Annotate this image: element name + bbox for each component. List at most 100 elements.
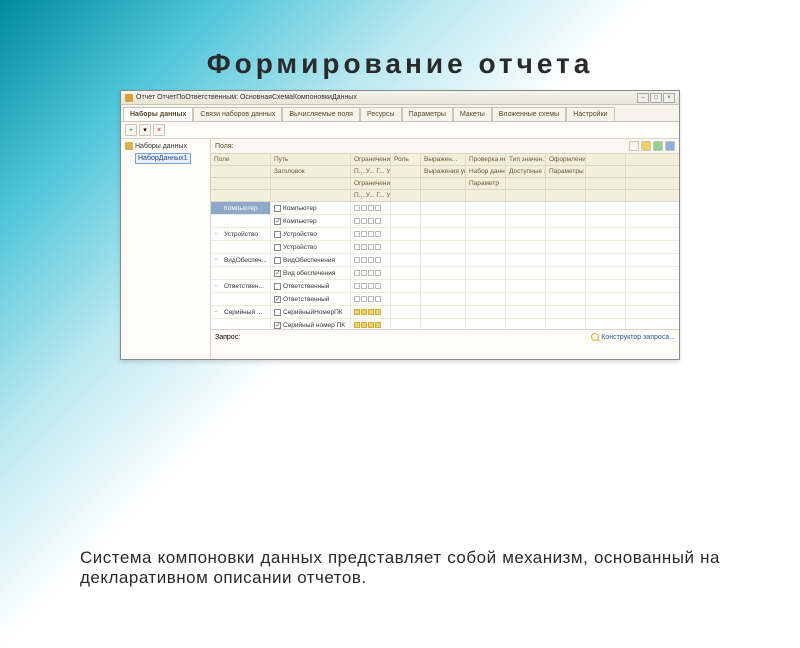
restriction-box[interactable] (375, 257, 381, 263)
restriction-box[interactable] (368, 322, 374, 328)
tab-1[interactable]: Связи наборов данных (193, 107, 282, 121)
tree-item-dataset1[interactable]: НаборДанных1 (135, 153, 191, 164)
tab-5[interactable]: Макеты (453, 107, 492, 121)
col-header[interactable] (546, 190, 586, 201)
col-header[interactable]: Набор данных (466, 166, 506, 177)
restriction-box[interactable] (354, 283, 360, 289)
col-header[interactable]: Ограничение рек... (351, 178, 391, 189)
col-header[interactable]: Проверка иерархии (466, 154, 506, 165)
add-button[interactable]: + (125, 124, 137, 136)
restriction-box[interactable] (361, 257, 367, 263)
tab-7[interactable]: Настройки (566, 107, 614, 121)
restriction-box[interactable] (368, 309, 374, 315)
col-header[interactable]: Роль (391, 154, 421, 165)
tab-6[interactable]: Вложенные схемы (492, 107, 566, 121)
col-header[interactable] (586, 154, 626, 165)
col-header[interactable]: Тип значен... (506, 154, 546, 165)
table-row[interactable]: −ВидОбеспеч...ВидОбеспечения (211, 254, 679, 267)
tree-root[interactable]: Наборы данных (123, 141, 208, 151)
col-header[interactable]: П... У... Г... У... (351, 190, 391, 201)
restriction-box[interactable] (354, 218, 360, 224)
col-header[interactable]: Параметры редактиро... (546, 166, 586, 177)
restriction-box[interactable] (354, 231, 360, 237)
col-header[interactable] (271, 178, 351, 189)
restriction-box[interactable] (375, 270, 381, 276)
restriction-box[interactable] (368, 283, 374, 289)
col-header[interactable] (586, 178, 626, 189)
restriction-box[interactable] (361, 283, 367, 289)
table-row[interactable]: Ответственный (211, 293, 679, 306)
restriction-box[interactable] (375, 309, 381, 315)
col-header[interactable]: Поле (211, 154, 271, 165)
expand-icon[interactable]: − (214, 283, 222, 290)
col-header[interactable]: П... У... Г... У... (351, 166, 391, 177)
restriction-box[interactable] (368, 244, 374, 250)
col-header[interactable] (586, 166, 626, 177)
close-button[interactable]: × (663, 93, 675, 103)
restriction-box[interactable] (375, 296, 381, 302)
restriction-box[interactable] (361, 244, 367, 250)
col-header[interactable] (546, 178, 586, 189)
restriction-box[interactable] (368, 257, 374, 263)
col-header[interactable] (211, 190, 271, 201)
col-header[interactable]: Оформление (546, 154, 586, 165)
col-header[interactable] (421, 178, 466, 189)
col-header[interactable]: Параметр (466, 178, 506, 189)
col-header[interactable]: Путь (271, 154, 351, 165)
maximize-button[interactable]: □ (650, 93, 662, 103)
checkbox[interactable] (274, 296, 281, 303)
restriction-box[interactable] (361, 322, 367, 328)
restriction-box[interactable] (361, 231, 367, 237)
col-header[interactable] (211, 178, 271, 189)
table-row[interactable]: Вид обеспечения (211, 267, 679, 280)
checkbox[interactable] (274, 244, 281, 251)
tool-icon-3[interactable] (653, 141, 663, 151)
expand-icon[interactable]: − (214, 257, 222, 264)
table-row[interactable]: −Серийный ...СерийныйНомерПК (211, 306, 679, 319)
col-header[interactable] (506, 178, 546, 189)
restriction-box[interactable] (354, 205, 360, 211)
restriction-box[interactable] (354, 322, 360, 328)
expand-icon[interactable]: − (214, 309, 222, 316)
expand-icon[interactable]: − (214, 231, 222, 238)
restriction-box[interactable] (361, 218, 367, 224)
table-row[interactable]: −Ответствен...Ответственный (211, 280, 679, 293)
restriction-box[interactable] (375, 283, 381, 289)
restriction-box[interactable] (361, 270, 367, 276)
restriction-box[interactable] (368, 231, 374, 237)
restriction-box[interactable] (368, 270, 374, 276)
tool-icon-1[interactable] (629, 141, 639, 151)
col-header[interactable]: Выражен... (421, 154, 466, 165)
minimize-button[interactable]: – (637, 93, 649, 103)
tab-2[interactable]: Вычисляемые поля (282, 107, 360, 121)
restriction-box[interactable] (375, 322, 381, 328)
col-header[interactable] (421, 190, 466, 201)
restriction-box[interactable] (368, 218, 374, 224)
restriction-box[interactable] (375, 231, 381, 237)
checkbox[interactable] (274, 322, 281, 329)
checkbox[interactable] (274, 257, 281, 264)
tab-4[interactable]: Параметры (402, 107, 453, 121)
restriction-box[interactable] (354, 296, 360, 302)
table-row[interactable]: Устройство (211, 241, 679, 254)
restriction-box[interactable] (375, 218, 381, 224)
table-row[interactable]: −КомпьютерКомпьютер (211, 202, 679, 215)
restriction-box[interactable] (368, 296, 374, 302)
col-header[interactable] (391, 178, 421, 189)
col-header[interactable] (271, 190, 351, 201)
delete-button[interactable]: × (153, 124, 165, 136)
tab-3[interactable]: Ресурсы (360, 107, 402, 121)
col-header[interactable]: Заголовок (271, 166, 351, 177)
restriction-box[interactable] (368, 205, 374, 211)
col-header[interactable]: Ограничение поля (351, 154, 391, 165)
restriction-box[interactable] (354, 257, 360, 263)
restriction-box[interactable] (354, 270, 360, 276)
col-header[interactable] (391, 190, 421, 201)
col-header[interactable] (586, 190, 626, 201)
tool-icon-2[interactable] (641, 141, 651, 151)
restriction-box[interactable] (354, 309, 360, 315)
query-constructor-link[interactable]: Конструктор запроса... (591, 333, 675, 341)
restriction-box[interactable] (375, 244, 381, 250)
restriction-box[interactable] (375, 205, 381, 211)
tab-0[interactable]: Наборы данных (123, 107, 193, 121)
